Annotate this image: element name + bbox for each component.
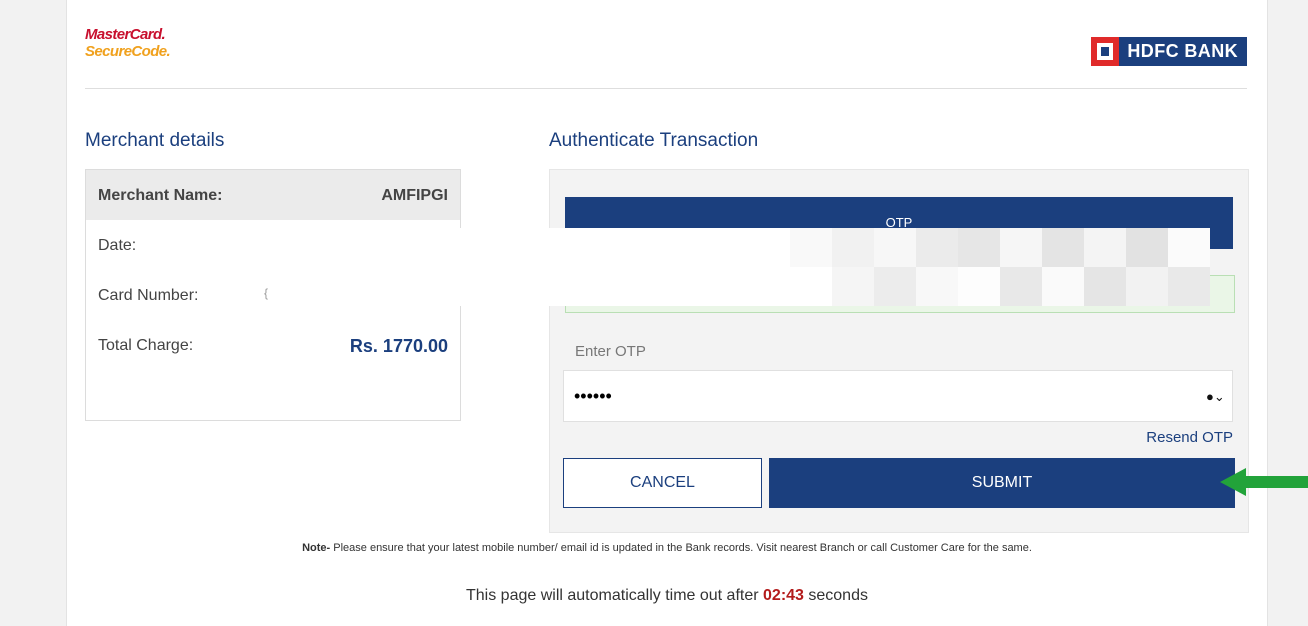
redaction-overlay <box>460 228 565 306</box>
hdfc-mark-icon <box>1091 37 1120 66</box>
total-charge-row: Total Charge: Rs. 1770.00 <box>86 320 460 370</box>
note-text: Note- Please ensure that your latest mob… <box>67 542 1267 554</box>
note-prefix: Note- <box>302 542 331 554</box>
card-number-label: Card Number: <box>98 287 199 304</box>
merchant-name-value: AMFIPGI <box>381 187 448 204</box>
otp-input[interactable] <box>563 370 1233 422</box>
card-number-value: { <box>264 286 269 300</box>
mastercard-logo-line1: MasterCard. <box>85 26 166 43</box>
date-label: Date: <box>98 237 137 254</box>
total-charge-label: Total Charge: <box>98 337 194 354</box>
key-icon[interactable]: ●⌄ <box>1206 389 1225 405</box>
pixelation-block <box>790 228 1210 306</box>
cancel-button[interactable]: CANCEL <box>563 458 762 508</box>
timeout-before: This page will automatically time out af… <box>466 587 764 604</box>
merchant-name-label: Merchant Name: <box>98 187 223 204</box>
total-charge-value: Rs. 1770.00 <box>349 336 448 356</box>
authenticate-transaction-title: Authenticate Transaction <box>549 130 759 151</box>
card-number-row: Card Number: { <box>86 270 460 320</box>
hdfc-bank-logo: HDFC BANK <box>1091 37 1247 66</box>
hdfc-bank-name: HDFC BANK <box>1119 37 1247 66</box>
mastercard-securecode-logo: MasterCard. SecureCode. <box>85 26 171 60</box>
enter-otp-label: Enter OTP <box>575 343 646 360</box>
page-header: MasterCard. SecureCode. HDFC BANK <box>85 0 1247 89</box>
timeout-after: seconds <box>803 587 868 604</box>
resend-otp-link[interactable]: Resend OTP <box>1146 429 1233 446</box>
green-arrow-icon <box>1220 468 1308 496</box>
date-row: Date: <box>86 220 460 270</box>
merchant-details-panel: Merchant Name: AMFIPGI Date: Card Number… <box>85 169 461 421</box>
timeout-message: This page will automatically time out af… <box>67 587 1267 605</box>
submit-button[interactable]: SUBMIT <box>769 458 1235 508</box>
secure-code-page: MasterCard. SecureCode. HDFC BANK Mercha… <box>66 0 1268 626</box>
mastercard-logo-line2: SecureCode. <box>85 43 171 60</box>
authenticate-panel: OTP Enter OTP ●⌄ Resend OTP CANCEL SUBMI… <box>549 169 1249 533</box>
timeout-countdown: 02:43 <box>763 587 804 604</box>
merchant-details-title: Merchant details <box>85 130 225 151</box>
note-body: Please ensure that your latest mobile nu… <box>330 542 1032 554</box>
merchant-name-row: Merchant Name: AMFIPGI <box>86 170 460 220</box>
